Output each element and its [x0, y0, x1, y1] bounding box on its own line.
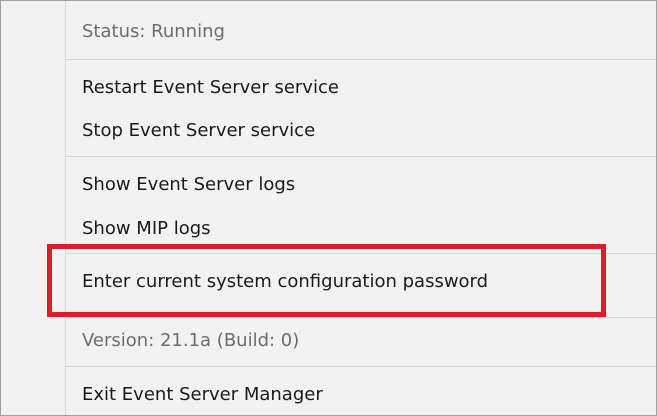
menu-separator [66, 317, 656, 318]
exit-manager-menu-item[interactable]: Exit Event Server Manager [66, 375, 656, 415]
version-item: Version: 21.1a (Build: 0) [82, 330, 300, 351]
menu-separator [66, 253, 656, 254]
restart-service-menu-item[interactable]: Restart Event Server service [66, 68, 656, 108]
context-menu: Status: Running Restart Event Server ser… [0, 0, 657, 416]
stop-service-menu-item[interactable]: Stop Event Server service [66, 111, 656, 151]
menu-separator [66, 156, 656, 157]
enter-config-password-menu-item[interactable]: Enter current system configuration passw… [66, 262, 656, 302]
status-item: Status: Running [82, 21, 225, 42]
show-event-server-logs-menu-item[interactable]: Show Event Server logs [66, 165, 656, 205]
menu-separator [66, 59, 656, 60]
show-mip-logs-menu-item[interactable]: Show MIP logs [66, 209, 656, 249]
menu-separator [66, 366, 656, 367]
